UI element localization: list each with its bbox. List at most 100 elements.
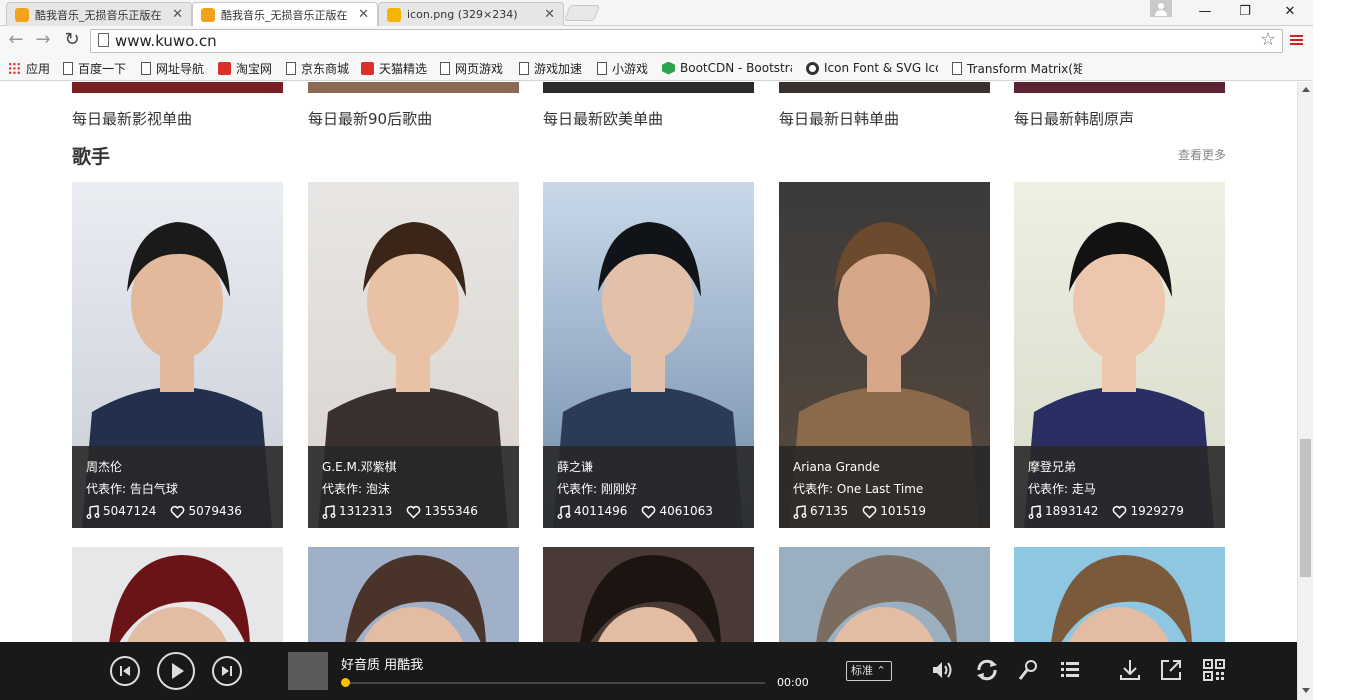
singer-name[interactable]: 摩登兄弟 [1028,460,1225,475]
view-more-link[interactable]: 查看更多 [1178,146,1226,163]
page-info-icon[interactable] [98,33,109,47]
rep-song[interactable]: 泡沫 [366,482,390,496]
page-viewport: 每日最新影视单曲 每日最新90后歌曲 每日最新欧美单曲 每日最新日韩单曲 每日最新韩剧原… [0,82,1297,700]
next-track-button[interactable] [212,656,242,686]
singer-name[interactable]: Ariana Grande [793,460,990,475]
qr-code-icon[interactable] [1202,658,1226,682]
playlist-cover[interactable] [543,82,754,93]
singer-card[interactable]: Ariana Grande 代表作: One Last Time 67135 1015… [779,182,990,528]
bookmark-game-speed[interactable]: 游戏加速 [519,60,582,76]
bookmark-hao[interactable]: 网址导航 [141,60,204,76]
bookmark-label: 小游戏 [612,61,649,76]
reload-icon[interactable]: ↻ [62,30,82,50]
scroll-up-arrow-icon[interactable] [1302,87,1310,92]
bookmark-label: Transform Matrix(矩 [967,61,1082,76]
page-scrollbar[interactable] [1297,82,1313,700]
bookmark-apps[interactable]: 应用 [8,60,50,76]
progress-bar[interactable] [345,682,765,684]
address-bar[interactable] [90,29,1283,53]
bookmark-transform-matrix[interactable]: Transform Matrix(矩 [952,60,1082,76]
browser-tab-kuwo-1[interactable]: 酷我音乐_无损音乐正版在 ✕ [6,2,192,26]
playlist-cover[interactable] [72,82,283,93]
representative-work: 代表作: One Last Time [793,482,990,497]
browser-tab-kuwo-2[interactable]: 酷我音乐_无损音乐正版在 ✕ [192,2,378,26]
browser-menu-icon[interactable] [1290,35,1303,46]
bookmark-bootcdn[interactable]: BootCDN - Bootstra [662,60,792,76]
scroll-down-arrow-icon[interactable] [1302,688,1310,693]
bookmark-label: 百度一下 [78,61,127,76]
new-tab-button[interactable] [564,5,600,21]
playlist-icon[interactable] [1059,660,1081,680]
like-count: 101519 [880,504,926,518]
close-icon[interactable]: ✕ [172,7,183,22]
music-note-icon [322,504,336,519]
singer-card[interactable]: G.E.M.邓紫棋 代表作: 泡沫 1312313 1355346 [308,182,519,528]
singer-caption: 薛之谦 代表作: 刚刚好 4011496 4061063 [543,446,754,528]
maximize-icon[interactable]: ❐ [1230,0,1260,22]
bookmark-star-icon[interactable]: ☆ [1260,30,1276,50]
album-cover-placeholder[interactable] [288,652,328,690]
tab-title: 酷我音乐_无损音乐正版在 [35,8,162,22]
apps-grid-icon [8,61,21,75]
scroll-thumb[interactable] [1300,439,1311,577]
iconfont-icon [806,61,819,75]
rep-song[interactable]: One Last Time [837,482,923,496]
bookmark-label: 网址导航 [156,61,205,76]
close-icon[interactable]: ✕ [544,7,555,22]
bookmark-taobao[interactable]: 淘宝网 [218,60,272,76]
volume-icon[interactable] [931,659,955,681]
bookmark-label: 天猫精选 [379,61,428,76]
heart-icon [407,505,421,519]
singer-name[interactable]: 周杰伦 [86,460,283,475]
singer-stats: 67135 101519 [793,504,990,519]
bookmark-tmall[interactable]: 天猫精选 [361,60,427,76]
bookmark-webgame[interactable]: 网页游戏 [440,60,503,76]
music-note-icon [1028,504,1042,519]
play-count: 67135 [810,504,849,518]
download-icon[interactable] [1118,658,1142,682]
representative-work: 代表作: 刚刚好 [557,482,754,497]
bookmark-iconfont[interactable]: Icon Font & SVG Ico [806,60,938,76]
singer-name[interactable]: G.E.M.邓紫棋 [322,460,519,475]
playlist-cover[interactable] [1014,82,1225,93]
back-arrow-icon[interactable]: ← [6,30,26,50]
singer-caption: G.E.M.邓紫棋 代表作: 泡沫 1312313 1355346 [308,446,519,528]
browser-tab-icon-png[interactable]: icon.png (329×234) ✕ [378,2,564,26]
browser-tab-bar: 酷我音乐_无损音乐正版在 ✕ 酷我音乐_无损音乐正版在 ✕ icon.png (… [0,0,1358,26]
url-text[interactable]: www.kuwo.cn [115,31,217,51]
bookmark-baidu[interactable]: 百度一下 [63,60,126,76]
singer-name[interactable]: 薛之谦 [557,460,754,475]
bookmark-label: BootCDN - Bootstra [680,61,792,75]
play-count: 1312313 [339,504,393,518]
playlist-cover[interactable] [308,82,519,93]
share-icon[interactable] [1159,658,1183,682]
minimize-icon[interactable]: — [1190,0,1220,22]
play-button[interactable] [157,652,195,690]
previous-icon [120,666,130,676]
close-icon[interactable]: ✕ [358,7,369,22]
forward-arrow-icon[interactable]: → [33,30,53,50]
tab-title: 酷我音乐_无损音乐正版在 [221,8,348,22]
rep-song[interactable]: 刚刚好 [601,482,637,496]
playlist-cover[interactable] [779,82,990,93]
playlist-name[interactable]: 每日最新90后歌曲 [308,108,432,129]
bookmark-minigame[interactable]: 小游戏 [597,60,648,76]
playlist-name[interactable]: 每日最新影视单曲 [72,108,192,129]
singer-card[interactable]: 周杰伦 代表作: 告白气球 5047124 5079436 [72,182,283,528]
previous-track-button[interactable] [110,656,140,686]
singer-card[interactable]: 摩登兄弟 代表作: 走马 1893142 1929279 [1014,182,1225,528]
user-profile-icon[interactable] [1150,0,1172,17]
window-close-icon[interactable]: ✕ [1275,0,1305,22]
microphone-icon[interactable] [1017,659,1039,683]
singer-card[interactable]: 薛之谦 代表作: 刚刚好 4011496 4061063 [543,182,754,528]
rep-song[interactable]: 告白气球 [130,482,178,496]
playlist-name[interactable]: 每日最新韩剧原声 [1014,108,1134,129]
page-icon [63,61,73,75]
loop-mode-icon[interactable] [974,657,1000,683]
rep-song[interactable]: 走马 [1072,482,1096,496]
playlist-name[interactable]: 每日最新欧美单曲 [543,108,663,129]
quality-selector[interactable]: 标准 ⌃ [846,661,892,681]
playlist-name[interactable]: 每日最新日韩单曲 [779,108,899,129]
bookmark-jd[interactable]: 京东商城 [286,60,349,76]
progress-handle[interactable] [341,678,350,687]
